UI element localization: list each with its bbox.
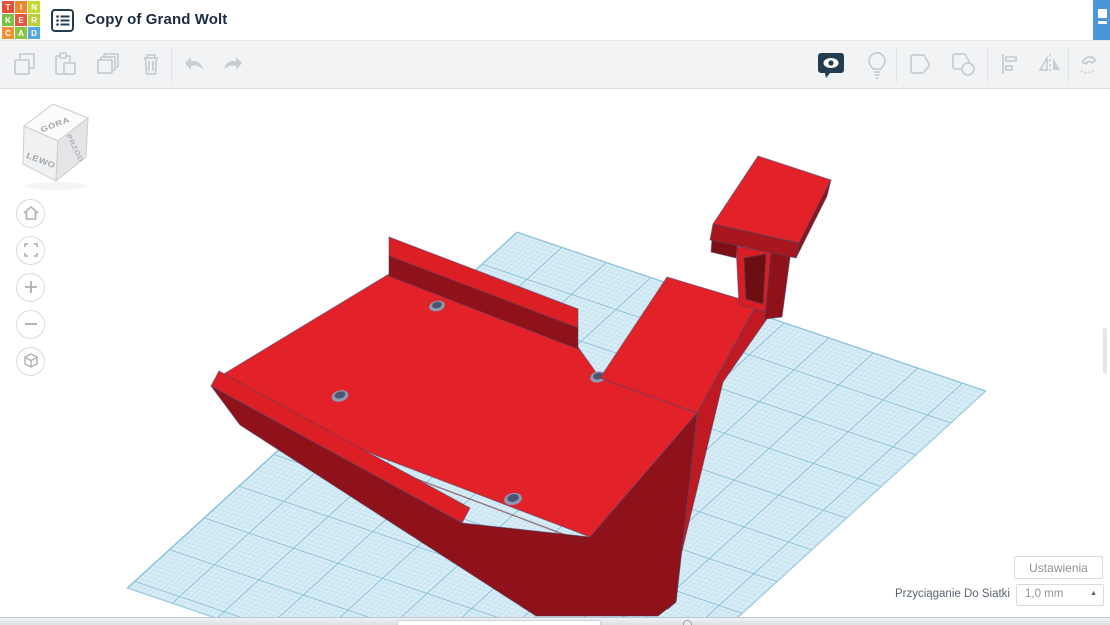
flip-button[interactable] [1035, 50, 1065, 80]
taskbar-search-box[interactable] [397, 620, 601, 625]
redo-arrow-icon [224, 57, 242, 70]
snap-grid-dropdown[interactable]: 1,0 mm ▲ [1016, 584, 1104, 606]
zoom-out-button[interactable] [16, 310, 45, 339]
dropdown-caret-icon: ▲ [1090, 590, 1097, 597]
account-corner-button[interactable] [1093, 0, 1110, 40]
redo-button[interactable] [219, 50, 249, 80]
scrollbar-hint[interactable] [1103, 328, 1107, 374]
home-icon [22, 205, 39, 220]
snap-grid-value: 1,0 mm [1025, 588, 1064, 600]
align-button[interactable] [994, 50, 1024, 80]
zoom-in-button[interactable] [16, 273, 45, 302]
taskbar-app-icon[interactable] [683, 620, 692, 625]
comments-button[interactable] [816, 50, 846, 80]
ungroup-icon [952, 53, 975, 76]
account-glyph [1098, 21, 1107, 24]
design-menu-button[interactable] [50, 8, 75, 33]
ungroup-button[interactable] [949, 50, 979, 80]
list-icon [51, 9, 74, 32]
group-button[interactable] [906, 50, 936, 80]
logo-tile: E [15, 14, 27, 26]
paste-button[interactable] [50, 50, 80, 80]
snap-grid-label: Przyciąganie Do Siatki [894, 588, 1010, 600]
3d-viewport[interactable] [0, 0, 1110, 625]
model-face [743, 253, 767, 305]
logo-tile: A [15, 27, 27, 39]
toolbar-separator [1068, 48, 1069, 82]
duplicate-icon [97, 53, 119, 74]
tinkercad-logo[interactable]: TIN KER CAD [2, 1, 40, 39]
view-cube[interactable]: GÓRA LEWO PRZÓD [16, 98, 102, 192]
logo-tile: N [28, 1, 40, 13]
toolbar [0, 41, 1110, 89]
taskbar [0, 617, 1110, 625]
toolbar-separator [896, 48, 897, 82]
copy-button[interactable] [10, 50, 40, 80]
toolbar-separator [987, 48, 988, 82]
logo-tile: K [2, 14, 14, 26]
top-bar: TIN KER CAD Copy of Grand Wolt [0, 0, 1110, 41]
logo-tile: D [28, 27, 40, 39]
paste-icon [55, 52, 76, 75]
lightbulb-icon [868, 52, 886, 79]
magnet-icon [1080, 55, 1097, 74]
undo-arrow-icon [185, 57, 203, 70]
zoom-in-icon [24, 281, 37, 293]
toolbar-separator [171, 48, 172, 82]
snap-magnet-button[interactable] [1074, 50, 1104, 80]
perspective-icon [23, 353, 38, 368]
logo-tile: I [15, 1, 27, 13]
account-glyph [1098, 9, 1107, 18]
show-all-button[interactable] [862, 50, 892, 80]
zoom-out-icon [24, 323, 37, 325]
copy-icon [14, 53, 35, 75]
flip-mirror-icon [1038, 54, 1060, 74]
trash-icon [144, 54, 158, 75]
comment-eye-icon [818, 53, 844, 78]
duplicate-button[interactable] [93, 50, 123, 80]
fit-view-button[interactable] [16, 236, 45, 265]
delete-button[interactable] [136, 50, 166, 80]
logo-tile: R [28, 14, 40, 26]
align-icon [1002, 54, 1017, 74]
settings-button[interactable]: Ustawienia [1014, 556, 1103, 579]
group-icon [910, 54, 931, 74]
document-title: Copy of Grand Wolt [85, 11, 228, 28]
perspective-toggle-button[interactable] [16, 347, 45, 376]
home-view-button[interactable] [16, 199, 45, 228]
logo-tile: T [2, 1, 14, 13]
logo-tile: C [2, 27, 14, 39]
fit-view-icon [23, 243, 38, 257]
undo-button[interactable] [178, 50, 208, 80]
